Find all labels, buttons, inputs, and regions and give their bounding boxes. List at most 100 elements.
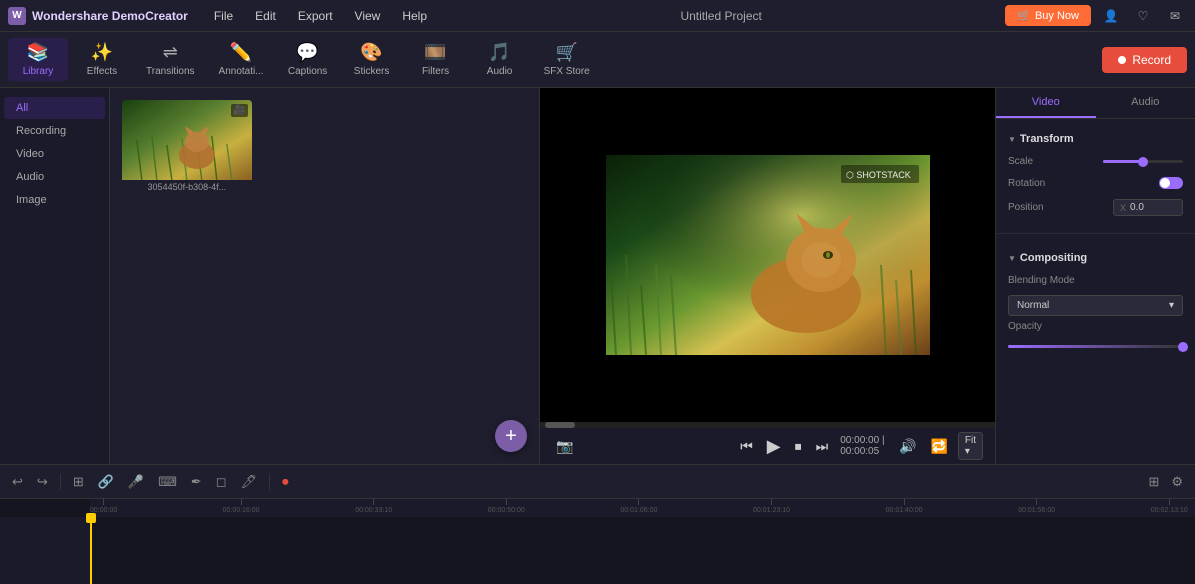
preview-scrollbar[interactable]: [540, 422, 995, 428]
user-icon[interactable]: 👤: [1099, 4, 1123, 28]
playhead[interactable]: [90, 517, 92, 584]
preview-controls: 📷 ⏮ ▶ ⏹ ⏭ 00:00:00 | 00:00:05 🔊 🔁 Fit ▾: [540, 428, 995, 464]
draw-button[interactable]: ✒: [187, 472, 206, 492]
rotation-toggle-thumb: [1160, 178, 1170, 188]
timeline-right-buttons: ⊞ ⚙: [1144, 472, 1187, 492]
position-x-input[interactable]: X 0.0: [1113, 199, 1183, 216]
ruler-marks: 00:00:00 00:00:16:00 00:00:33:10 00:00:5…: [90, 499, 1195, 517]
media-item-1[interactable]: 🎥 3054450f-b308-4f...: [122, 100, 252, 194]
camera-badge-icon: 🎥: [231, 104, 247, 117]
transitions-icon: ⇌: [163, 42, 178, 63]
toolbar-captions[interactable]: 💬 Captions: [278, 38, 338, 81]
timeline-toolbar: ↩ ↪ ⊞ 🔗 🎤 ⌨ ✒ ◻ 🖊 ⏺ ⊞ ⚙: [0, 465, 1195, 499]
preview-panel: ⬡ SHOTSTACK 📷 ⏮ ▶ ⏹ ⏭ 00:00:00 | 00:00:0…: [540, 88, 995, 464]
loop-button[interactable]: 🔁: [926, 436, 951, 457]
preview-video-container: ⬡ SHOTSTACK: [606, 155, 930, 355]
heart-icon[interactable]: ♡: [1131, 4, 1155, 28]
menu-items: File Edit Export View Help: [204, 5, 437, 27]
captions-icon: 💬: [296, 42, 318, 63]
volume-button[interactable]: 🔊: [895, 436, 920, 457]
menu-view[interactable]: View: [345, 5, 391, 27]
preview-scrollbar-thumb[interactable]: [545, 422, 575, 428]
settings-timeline-button[interactable]: ⚙: [1167, 472, 1187, 492]
transform-header[interactable]: ▼ Transform: [1008, 127, 1183, 151]
redo-button[interactable]: ↪: [33, 472, 52, 492]
toolbar-stickers[interactable]: 🎨 Stickers: [342, 38, 402, 81]
record-dot-icon: [1118, 56, 1126, 64]
opacity-slider[interactable]: [1008, 345, 1183, 348]
svg-text:⬡ SHOTSTACK: ⬡ SHOTSTACK: [846, 170, 911, 180]
right-tabs: Video Audio: [996, 88, 1195, 119]
right-panel: Video Audio ▼ Transform Scale Rotation: [995, 88, 1195, 464]
category-recording[interactable]: Recording: [4, 120, 105, 142]
blending-mode-row: Blending Mode: [1008, 270, 1183, 291]
ruler-mark-4: 00:01:06:00: [620, 499, 657, 514]
timeline-ruler: 00:00:00 00:00:16:00 00:00:33:10 00:00:5…: [90, 499, 1195, 517]
app-logo-text: Wondershare DemoCreator: [32, 9, 188, 23]
category-audio[interactable]: Audio: [4, 166, 105, 188]
toolbar: 📚 Library ✨ Effects ⇌ Transitions ✏️ Ann…: [0, 32, 1195, 88]
menu-edit[interactable]: Edit: [245, 5, 286, 27]
toolbar-separator-1: [60, 474, 61, 490]
undo-button[interactable]: ↩: [8, 472, 27, 492]
app-logo-icon: W: [8, 7, 26, 25]
pen-button[interactable]: 🖊: [237, 472, 262, 492]
category-all[interactable]: All: [4, 97, 105, 119]
stickers-icon: 🎨: [360, 42, 382, 63]
toolbar-library[interactable]: 📚 Library: [8, 38, 68, 81]
filters-icon: 🎞️: [424, 42, 446, 63]
compositing-section: ▼ Compositing Blending Mode Normal ▾ Opa…: [996, 238, 1195, 356]
blending-chevron-icon: ▾: [1169, 300, 1174, 311]
scale-slider-thumb[interactable]: [1138, 157, 1148, 167]
app-logo: W Wondershare DemoCreator: [8, 7, 188, 25]
buy-now-button[interactable]: 🛒 Buy Now: [1005, 5, 1091, 26]
add-media-button[interactable]: +: [495, 420, 527, 452]
camera-capture-button[interactable]: 📷: [552, 436, 577, 457]
toolbar-audio[interactable]: 🎵 Audio: [470, 38, 530, 81]
fit-select[interactable]: Fit ▾: [958, 432, 983, 460]
layout-button[interactable]: ⊞: [1144, 472, 1163, 492]
menu-export[interactable]: Export: [288, 5, 343, 27]
split-button[interactable]: ⊞: [69, 472, 88, 492]
media-filename-1: 3054450f-b308-4f...: [122, 180, 252, 194]
record-button[interactable]: Record: [1102, 47, 1187, 73]
blending-mode-select[interactable]: Normal ▾: [1008, 295, 1183, 316]
project-title: Untitled Project: [437, 9, 1005, 23]
text-button[interactable]: ⌨: [154, 472, 181, 492]
toolbar-annotations[interactable]: ✏️ Annotati...: [209, 38, 274, 81]
category-image[interactable]: Image: [4, 189, 105, 211]
mail-icon[interactable]: ✉: [1163, 4, 1187, 28]
toolbar-transitions[interactable]: ⇌ Transitions: [136, 38, 205, 81]
left-panel: All Recording Video Audio Image: [0, 88, 110, 464]
compositing-header[interactable]: ▼ Compositing: [1008, 246, 1183, 270]
tab-audio[interactable]: Audio: [1096, 88, 1195, 118]
preview-video-svg: ⬡ SHOTSTACK: [606, 155, 930, 355]
ruler-mark-8: 00:02:13:10: [1151, 499, 1188, 514]
record-timeline-button[interactable]: ⏺: [278, 472, 293, 492]
toolbar-effects[interactable]: ✨ Effects: [72, 38, 132, 81]
section-divider: [996, 233, 1195, 234]
transform-section: ▼ Transform Scale Rotation Position: [996, 119, 1195, 229]
rotation-toggle[interactable]: [1159, 177, 1183, 189]
scale-row: Scale: [1008, 151, 1183, 172]
ruler-mark-7: 00:01:56:00: [1018, 499, 1055, 514]
media-thumbnail-1: 🎥: [122, 100, 252, 180]
shape-button[interactable]: ◻: [212, 472, 231, 492]
tab-video[interactable]: Video: [996, 88, 1096, 118]
stop-button[interactable]: ⏹: [791, 436, 806, 457]
mic-button[interactable]: 🎤: [124, 472, 148, 492]
category-video[interactable]: Video: [4, 143, 105, 165]
opacity-row: Opacity: [1008, 316, 1183, 337]
toolbar-filters[interactable]: 🎞️ Filters: [406, 38, 466, 81]
fast-forward-button[interactable]: ⏭: [812, 436, 833, 457]
rewind-button[interactable]: ⏮: [736, 436, 757, 457]
play-button[interactable]: ▶: [763, 434, 785, 459]
toolbar-sfx[interactable]: 🛒 SFX Store: [534, 38, 600, 81]
menu-help[interactable]: Help: [392, 5, 437, 27]
ruler-mark-5: 00:01:23:10: [753, 499, 790, 514]
scale-slider[interactable]: [1103, 160, 1183, 163]
effects-icon: ✨: [91, 42, 113, 63]
menu-file[interactable]: File: [204, 5, 243, 27]
opacity-slider-thumb[interactable]: [1178, 342, 1188, 352]
link-button[interactable]: 🔗: [94, 472, 118, 492]
